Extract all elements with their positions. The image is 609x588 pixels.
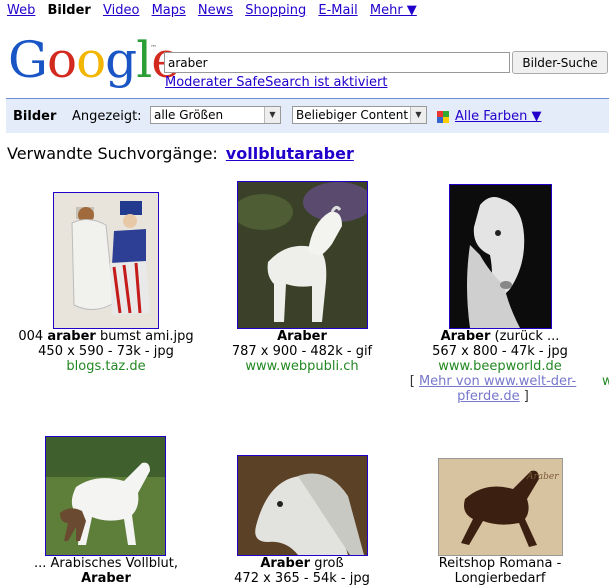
search-input[interactable] [164, 52, 510, 73]
chevron-down-icon: ▼ [264, 107, 280, 123]
image-search-button[interactable]: Bilder-Suche [512, 51, 608, 74]
result-thumbnail[interactable]: Araber [438, 458, 563, 556]
content-select[interactable]: Beliebiger Content ▼ [292, 106, 427, 124]
nav-email[interactable]: E-Mail [318, 3, 357, 18]
result-thumbnail[interactable] [237, 455, 368, 556]
bar-title: Bilder [13, 109, 57, 124]
result-caption: 004 araber bumst ami.jpg 450 x 590 - 73k… [6, 329, 206, 374]
trademark: ™ [150, 44, 157, 52]
nav-video[interactable]: Video [103, 3, 139, 18]
more-from-site-link[interactable]: Mehr von www.welt-der-pferde.de [419, 374, 576, 404]
result-site[interactable]: www.beepworld.de [400, 359, 600, 374]
result-thumbnail[interactable] [449, 184, 552, 329]
more-from-site: [ Mehr von www.welt-der-pferde.de ] [409, 374, 577, 404]
result-site[interactable]: blogs.taz.de [6, 359, 206, 374]
filter-bar: Bilder Angezeigt: alle Größen ▼ Beliebig… [6, 98, 609, 133]
result-caption: ... Arabisches Vollblut, Araber [33, 556, 179, 586]
svg-text:Araber: Araber [526, 472, 559, 482]
result-site[interactable]: www.webpubli.ch [202, 359, 402, 374]
nav-news[interactable]: News [198, 3, 233, 18]
result-caption: Araber (zurück ... 567 x 800 - 47k - jpg… [400, 329, 600, 374]
result-thumbnail[interactable] [45, 436, 166, 556]
result-caption: Araber 787 x 900 - 482k - gif www.webpub… [202, 329, 402, 374]
cut-off-text: w [602, 374, 609, 389]
related-search-link[interactable]: vollblutaraber [226, 144, 354, 163]
safesearch-link[interactable]: Moderater SafeSearch ist aktiviert [165, 75, 387, 90]
nav-shopping[interactable]: Shopping [245, 3, 306, 18]
result-caption: Araber groß 472 x 365 - 54k - jpg [234, 556, 370, 586]
size-select[interactable]: alle Größen ▼ [150, 106, 281, 124]
nav-mehr[interactable]: Mehr ▼ [370, 3, 417, 18]
nav-web[interactable]: Web [7, 3, 35, 18]
nav-bilder: Bilder [47, 3, 91, 18]
result-thumbnail[interactable] [237, 181, 368, 329]
angezeigt-label: Angezeigt: [72, 109, 142, 124]
result-thumbnail[interactable] [53, 192, 159, 329]
related-searches: Verwandte Suchvorgänge: vollblutaraber [7, 144, 354, 163]
color-grid-icon [437, 111, 449, 123]
chevron-down-icon: ▼ [410, 107, 426, 123]
nav-maps[interactable]: Maps [152, 3, 186, 18]
result-caption: Reitshop Romana - Longierbedarf [438, 556, 562, 586]
top-navigation: Web Bilder Video Maps News Shopping E-Ma… [7, 3, 425, 18]
google-logo[interactable]: Google [8, 33, 181, 87]
colors-dropdown[interactable]: Alle Farben ▼ [455, 109, 541, 124]
